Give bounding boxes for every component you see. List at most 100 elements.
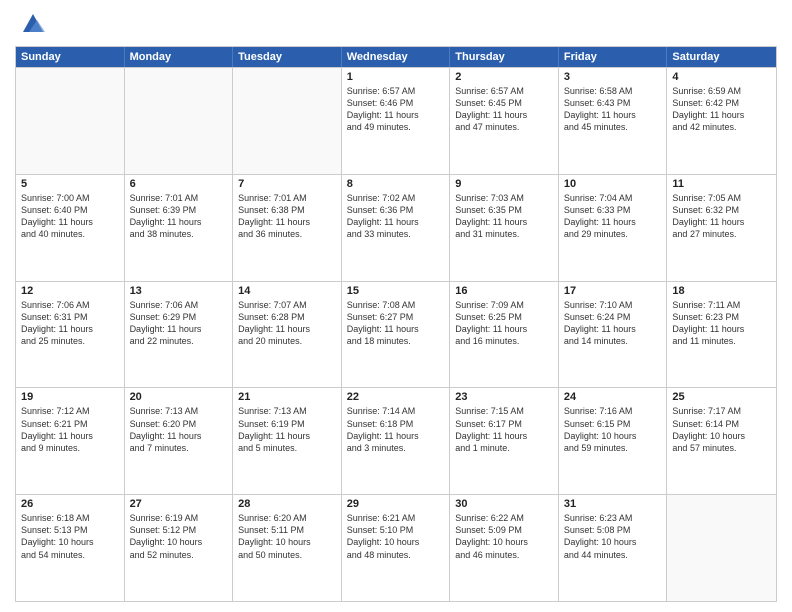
cell-info: Sunrise: 7:07 AM Sunset: 6:28 PM Dayligh… — [238, 299, 336, 348]
cell-info: Sunrise: 7:17 AM Sunset: 6:14 PM Dayligh… — [672, 405, 771, 454]
calendar-body: 1 Sunrise: 6:57 AM Sunset: 6:46 PM Daylig… — [16, 67, 776, 601]
calendar-cell: 9 Sunrise: 7:03 AM Sunset: 6:35 PM Daylig… — [450, 175, 559, 281]
day-number: 4 — [672, 71, 771, 83]
day-number: 26 — [21, 498, 119, 510]
cell-info: Sunrise: 7:01 AM Sunset: 6:38 PM Dayligh… — [238, 192, 336, 241]
day-number: 19 — [21, 391, 119, 403]
cell-info: Sunrise: 7:09 AM Sunset: 6:25 PM Dayligh… — [455, 299, 553, 348]
calendar-cell: 10 Sunrise: 7:04 AM Sunset: 6:33 PM Dayli… — [559, 175, 668, 281]
cell-info: Sunrise: 7:16 AM Sunset: 6:15 PM Dayligh… — [564, 405, 662, 454]
cell-info: Sunrise: 7:02 AM Sunset: 6:36 PM Dayligh… — [347, 192, 445, 241]
day-number: 2 — [455, 71, 553, 83]
day-number: 8 — [347, 178, 445, 190]
day-number: 22 — [347, 391, 445, 403]
calendar-cell: 13 Sunrise: 7:06 AM Sunset: 6:29 PM Dayli… — [125, 282, 234, 388]
cell-info: Sunrise: 6:22 AM Sunset: 5:09 PM Dayligh… — [455, 512, 553, 561]
calendar-cell: 14 Sunrise: 7:07 AM Sunset: 6:28 PM Dayli… — [233, 282, 342, 388]
calendar-cell: 3Sunrise: 6:58 AM Sunset: 6:43 PM Daylig… — [559, 68, 668, 174]
calendar-row: 19 Sunrise: 7:12 AM Sunset: 6:21 PM Dayli… — [16, 387, 776, 494]
calendar-cell — [233, 68, 342, 174]
day-number: 30 — [455, 498, 553, 510]
calendar-cell: 19 Sunrise: 7:12 AM Sunset: 6:21 PM Dayli… — [16, 388, 125, 494]
cell-info: Sunrise: 7:12 AM Sunset: 6:21 PM Dayligh… — [21, 405, 119, 454]
cell-info: Sunrise: 6:57 AM Sunset: 6:46 PM Dayligh… — [347, 85, 445, 134]
day-number: 28 — [238, 498, 336, 510]
calendar-row: 26Sunrise: 6:18 AM Sunset: 5:13 PM Dayli… — [16, 494, 776, 601]
cell-info: Sunrise: 7:06 AM Sunset: 6:29 PM Dayligh… — [130, 299, 228, 348]
calendar-cell — [125, 68, 234, 174]
cell-info: Sunrise: 7:14 AM Sunset: 6:18 PM Dayligh… — [347, 405, 445, 454]
calendar-cell — [667, 495, 776, 601]
calendar-cell: 28 Sunrise: 6:20 AM Sunset: 5:11 PM Dayli… — [233, 495, 342, 601]
day-number: 1 — [347, 71, 445, 83]
calendar-cell: 18 Sunrise: 7:11 AM Sunset: 6:23 PM Dayli… — [667, 282, 776, 388]
calendar-header: SundayMondayTuesdayWednesdayThursdayFrid… — [16, 47, 776, 67]
calendar-header-cell: Sunday — [16, 47, 125, 67]
cell-info: Sunrise: 7:03 AM Sunset: 6:35 PM Dayligh… — [455, 192, 553, 241]
day-number: 11 — [672, 178, 771, 190]
day-number: 15 — [347, 285, 445, 297]
day-number: 12 — [21, 285, 119, 297]
cell-info: Sunrise: 7:13 AM Sunset: 6:20 PM Dayligh… — [130, 405, 228, 454]
calendar-cell: 6Sunrise: 7:01 AM Sunset: 6:39 PM Daylig… — [125, 175, 234, 281]
day-number: 16 — [455, 285, 553, 297]
calendar-row: 1 Sunrise: 6:57 AM Sunset: 6:46 PM Daylig… — [16, 67, 776, 174]
day-number: 17 — [564, 285, 662, 297]
day-number: 31 — [564, 498, 662, 510]
day-number: 20 — [130, 391, 228, 403]
calendar-cell: 1 Sunrise: 6:57 AM Sunset: 6:46 PM Daylig… — [342, 68, 451, 174]
day-number: 10 — [564, 178, 662, 190]
calendar-cell: 22 Sunrise: 7:14 AM Sunset: 6:18 PM Dayli… — [342, 388, 451, 494]
day-number: 23 — [455, 391, 553, 403]
calendar-cell: 30 Sunrise: 6:22 AM Sunset: 5:09 PM Dayli… — [450, 495, 559, 601]
calendar-cell: 16 Sunrise: 7:09 AM Sunset: 6:25 PM Dayli… — [450, 282, 559, 388]
cell-info: Sunrise: 7:06 AM Sunset: 6:31 PM Dayligh… — [21, 299, 119, 348]
cell-info: Sunrise: 6:19 AM Sunset: 5:12 PM Dayligh… — [130, 512, 228, 561]
day-number: 24 — [564, 391, 662, 403]
calendar-cell: 4 Sunrise: 6:59 AM Sunset: 6:42 PM Daylig… — [667, 68, 776, 174]
calendar-cell: 21 Sunrise: 7:13 AM Sunset: 6:19 PM Dayli… — [233, 388, 342, 494]
day-number: 13 — [130, 285, 228, 297]
day-number: 21 — [238, 391, 336, 403]
calendar-header-cell: Thursday — [450, 47, 559, 67]
calendar-cell: 26Sunrise: 6:18 AM Sunset: 5:13 PM Dayli… — [16, 495, 125, 601]
cell-info: Sunrise: 6:23 AM Sunset: 5:08 PM Dayligh… — [564, 512, 662, 561]
day-number: 18 — [672, 285, 771, 297]
calendar-cell: 5Sunrise: 7:00 AM Sunset: 6:40 PM Daylig… — [16, 175, 125, 281]
calendar-cell: 23 Sunrise: 7:15 AM Sunset: 6:17 PM Dayli… — [450, 388, 559, 494]
cell-info: Sunrise: 7:13 AM Sunset: 6:19 PM Dayligh… — [238, 405, 336, 454]
calendar-row: 12 Sunrise: 7:06 AM Sunset: 6:31 PM Dayli… — [16, 281, 776, 388]
calendar-header-cell: Tuesday — [233, 47, 342, 67]
cell-info: Sunrise: 7:15 AM Sunset: 6:17 PM Dayligh… — [455, 405, 553, 454]
day-number: 14 — [238, 285, 336, 297]
cell-info: Sunrise: 6:59 AM Sunset: 6:42 PM Dayligh… — [672, 85, 771, 134]
calendar-cell: 2Sunrise: 6:57 AM Sunset: 6:45 PM Daylig… — [450, 68, 559, 174]
page: SundayMondayTuesdayWednesdayThursdayFrid… — [0, 0, 792, 612]
day-number: 9 — [455, 178, 553, 190]
logo-icon — [19, 10, 47, 38]
calendar-header-cell: Monday — [125, 47, 234, 67]
calendar-cell: 31 Sunrise: 6:23 AM Sunset: 5:08 PM Dayli… — [559, 495, 668, 601]
calendar-cell: 17Sunrise: 7:10 AM Sunset: 6:24 PM Dayli… — [559, 282, 668, 388]
cell-info: Sunrise: 7:04 AM Sunset: 6:33 PM Dayligh… — [564, 192, 662, 241]
calendar-header-cell: Saturday — [667, 47, 776, 67]
calendar-cell: 24 Sunrise: 7:16 AM Sunset: 6:15 PM Dayli… — [559, 388, 668, 494]
calendar-cell — [16, 68, 125, 174]
day-number: 27 — [130, 498, 228, 510]
calendar-row: 5Sunrise: 7:00 AM Sunset: 6:40 PM Daylig… — [16, 174, 776, 281]
day-number: 5 — [21, 178, 119, 190]
logo — [15, 10, 47, 38]
day-number: 7 — [238, 178, 336, 190]
cell-info: Sunrise: 6:58 AM Sunset: 6:43 PM Dayligh… — [564, 85, 662, 134]
cell-info: Sunrise: 7:05 AM Sunset: 6:32 PM Dayligh… — [672, 192, 771, 241]
calendar-header-cell: Friday — [559, 47, 668, 67]
day-number: 29 — [347, 498, 445, 510]
cell-info: Sunrise: 7:08 AM Sunset: 6:27 PM Dayligh… — [347, 299, 445, 348]
cell-info: Sunrise: 7:11 AM Sunset: 6:23 PM Dayligh… — [672, 299, 771, 348]
calendar-cell: 25Sunrise: 7:17 AM Sunset: 6:14 PM Dayli… — [667, 388, 776, 494]
calendar-cell: 20 Sunrise: 7:13 AM Sunset: 6:20 PM Dayli… — [125, 388, 234, 494]
calendar-cell: 29Sunrise: 6:21 AM Sunset: 5:10 PM Dayli… — [342, 495, 451, 601]
calendar-cell: 11 Sunrise: 7:05 AM Sunset: 6:32 PM Dayli… — [667, 175, 776, 281]
cell-info: Sunrise: 6:20 AM Sunset: 5:11 PM Dayligh… — [238, 512, 336, 561]
calendar-cell: 27 Sunrise: 6:19 AM Sunset: 5:12 PM Dayli… — [125, 495, 234, 601]
